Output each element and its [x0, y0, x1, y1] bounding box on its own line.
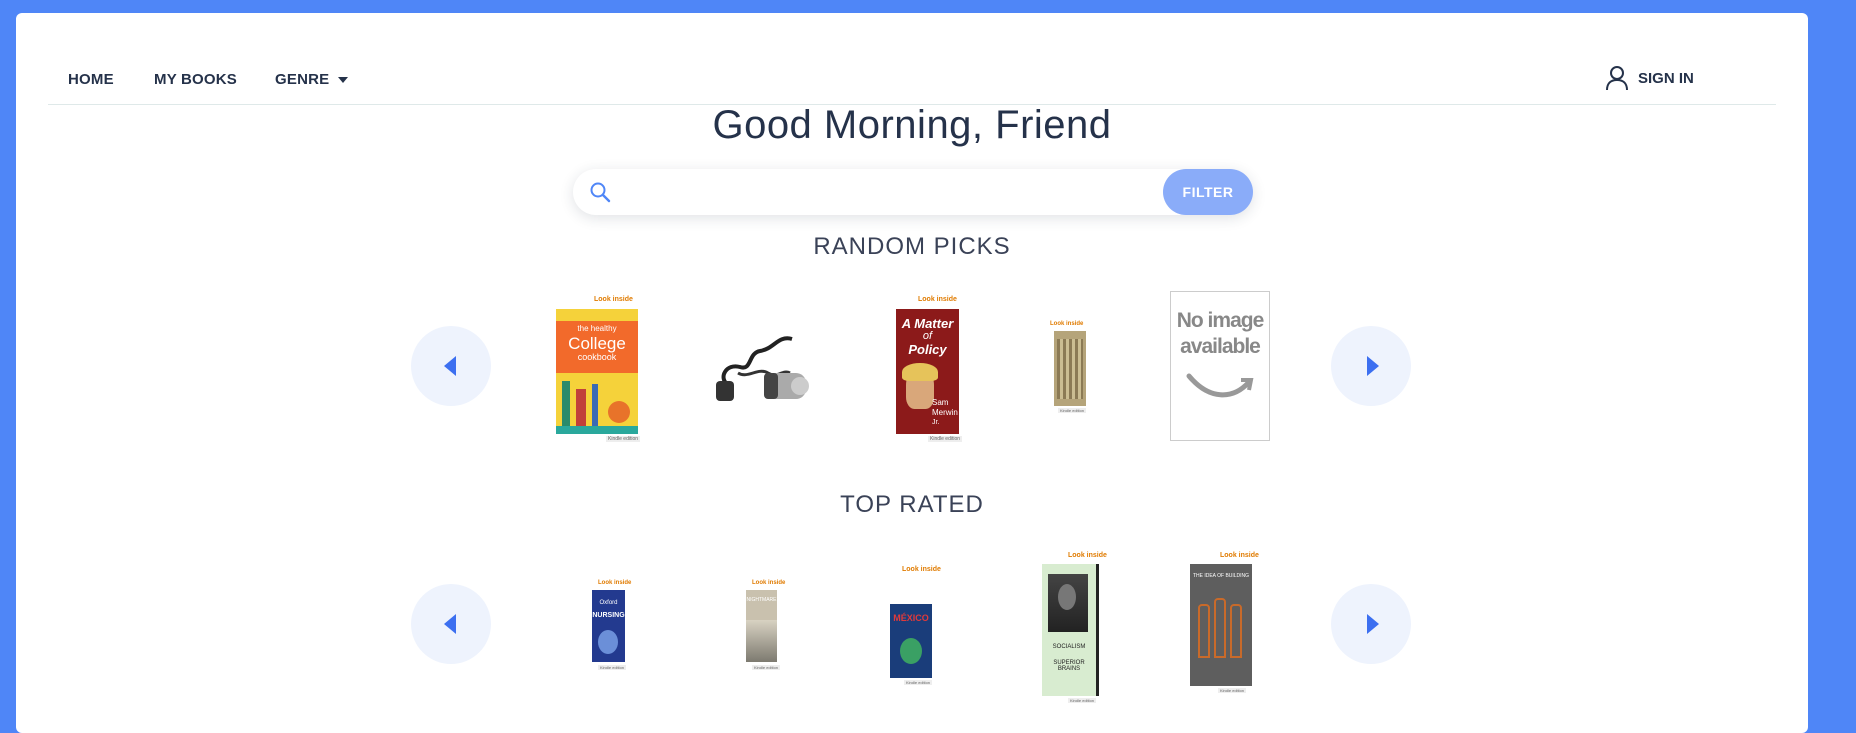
look-inside-badge: Look inside: [594, 296, 633, 303]
book-cover-item[interactable]: Look inside Oxford NURSING Kindle editio…: [586, 580, 636, 680]
look-inside-badge: Look inside: [752, 580, 786, 586]
book-cover-image: MÉXICO: [890, 578, 932, 678]
book-cover-item[interactable]: No image available: [1170, 291, 1270, 441]
kindle-edition-badge: Kindle edition: [1218, 688, 1247, 693]
main-card: HOME MY BOOKS GENRE SIGN IN Good Morning…: [16, 13, 1808, 733]
smile-arrow-icon: [1186, 373, 1254, 398]
car-charger-image: [716, 336, 809, 401]
look-inside-badge: Look inside: [1068, 552, 1107, 559]
book-cover-item[interactable]: Look inside the healthy College cookbook…: [554, 296, 644, 446]
greeting-heading: Good Morning, Friend: [712, 103, 1112, 147]
look-inside-badge: Look inside: [1220, 552, 1259, 559]
sign-in-button[interactable]: SIGN IN: [1605, 63, 1694, 93]
book-cover-image: THE IDEA OF BUILDING: [1190, 564, 1252, 686]
book-cover-image: [1054, 331, 1086, 406]
book-cover-item[interactable]: Look inside NIGHTMARE Kindle edition: [740, 580, 790, 680]
nav-my-books-link[interactable]: MY BOOKS: [154, 71, 237, 88]
caret-down-icon: [338, 77, 349, 84]
filter-button[interactable]: FILTER: [1163, 169, 1253, 215]
search-bar: FILTER: [573, 169, 1253, 215]
look-inside-badge: Look inside: [1050, 321, 1084, 327]
nav-home-link[interactable]: HOME: [68, 71, 114, 88]
kindle-edition-badge: Kindle edition: [598, 665, 627, 670]
chevron-right-icon: [1367, 614, 1379, 634]
look-inside-badge: Look inside: [598, 580, 632, 586]
top-rated-heading: TOP RATED: [840, 491, 984, 518]
no-image-placeholder: No image available: [1170, 291, 1270, 441]
search-input[interactable]: [625, 177, 1169, 209]
chevron-right-icon: [1367, 356, 1379, 376]
book-cover-image: Oxford NURSING: [592, 590, 625, 662]
kindle-edition-badge: Kindle edition: [606, 436, 641, 442]
kindle-edition-badge: Kindle edition: [928, 436, 963, 442]
kindle-edition-badge: Kindle edition: [1068, 698, 1097, 703]
top-nav: HOME MY BOOKS GENRE SIGN IN: [48, 53, 1776, 105]
kindle-edition-badge: Kindle edition: [1058, 408, 1087, 413]
search-icon: [590, 182, 611, 203]
book-cover-image: the healthy College cookbook: [556, 309, 638, 434]
chevron-left-icon: [444, 356, 456, 376]
book-cover-item[interactable]: Look inside SOCIALISM SUPERIOR BRAINS Ki…: [1038, 552, 1118, 712]
kindle-edition-badge: Kindle edition: [904, 680, 933, 685]
top-rated-prev-button[interactable]: [411, 584, 491, 664]
user-icon: [1606, 66, 1628, 91]
look-inside-badge: Look inside: [902, 566, 941, 573]
nav-genre-label: GENRE: [275, 71, 330, 88]
kindle-edition-badge: Kindle edition: [752, 665, 781, 670]
sign-in-label: SIGN IN: [1638, 69, 1694, 87]
random-picks-heading: RANDOM PICKS: [813, 233, 1011, 260]
book-cover-item[interactable]: Look inside A Matter of Policy Sam Merwi…: [896, 296, 966, 446]
book-cover-image: NIGHTMARE: [746, 590, 777, 662]
nav-genre-dropdown[interactable]: GENRE: [275, 71, 349, 88]
look-inside-badge: Look inside: [918, 296, 957, 303]
random-next-button[interactable]: [1331, 326, 1411, 406]
product-image-item[interactable]: [708, 323, 818, 413]
top-rated-next-button[interactable]: [1331, 584, 1411, 664]
book-cover-item[interactable]: Look inside MÉXICO Kindle edition: [886, 566, 946, 696]
book-cover-image: A Matter of Policy Sam Merwin Jr.: [896, 309, 959, 434]
book-cover-item[interactable]: Look inside Kindle edition: [1050, 321, 1100, 421]
random-prev-button[interactable]: [411, 326, 491, 406]
book-cover-image: SOCIALISM SUPERIOR BRAINS: [1042, 564, 1099, 696]
chevron-left-icon: [444, 614, 456, 634]
book-cover-item[interactable]: Look inside THE IDEA OF BUILDING Kindle …: [1188, 552, 1268, 712]
